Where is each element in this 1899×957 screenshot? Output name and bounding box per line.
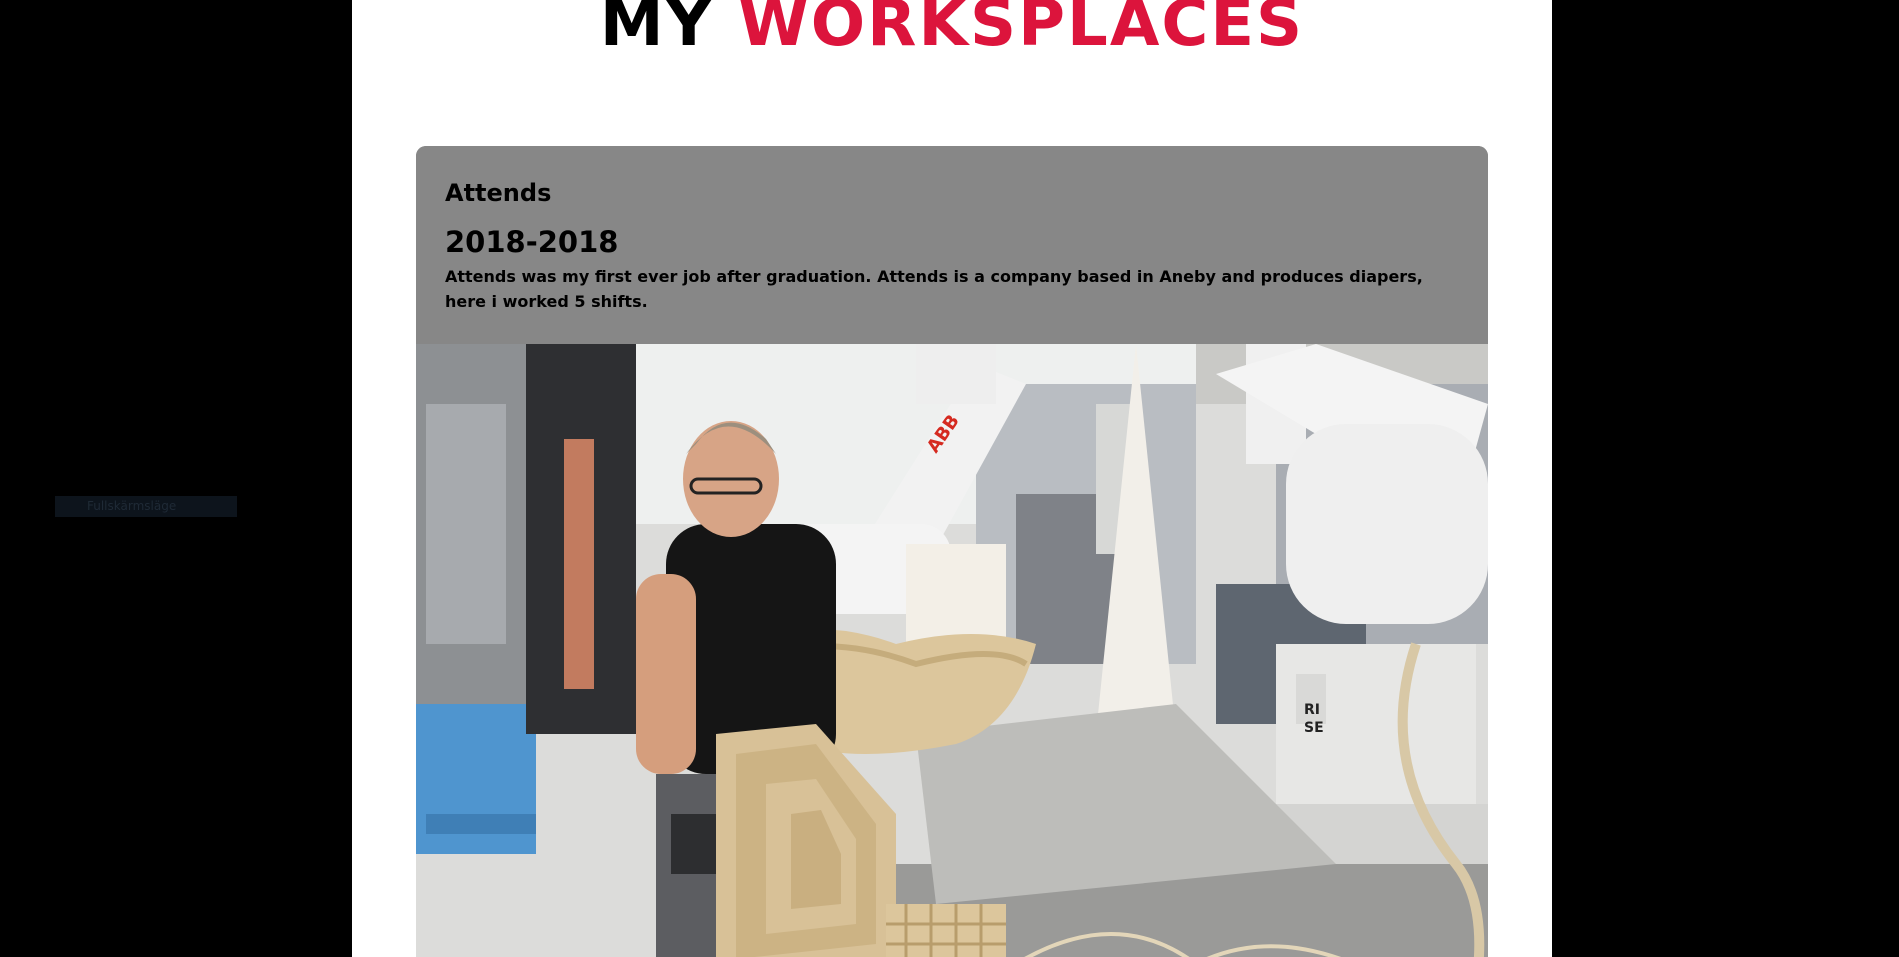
workplace-company: Attends xyxy=(445,179,552,207)
left-pane: Fullskärmsläge xyxy=(0,0,352,957)
svg-text:RI: RI xyxy=(1304,702,1320,718)
right-pane xyxy=(1552,0,1899,957)
page-content: MY WORKSPLACES Attends 2018-2018 Attends… xyxy=(352,0,1552,957)
fullscreen-button[interactable]: Fullskärmsläge xyxy=(55,496,237,517)
workplace-description: Attends was my first ever job after grad… xyxy=(445,267,1423,311)
workplace-photo: ABB RI SE xyxy=(416,344,1488,957)
page-title: MY WORKSPLACES xyxy=(352,0,1552,66)
workplace-years: 2018-2018 xyxy=(445,225,619,259)
page-title-word-worksplaces: WORKSPLACES xyxy=(738,0,1305,61)
svg-text:SE: SE xyxy=(1304,720,1324,736)
page-title-word-my: MY xyxy=(599,0,714,61)
workplace-card: Attends 2018-2018 Attends was my first e… xyxy=(416,146,1488,957)
workplace-info: Attends 2018-2018 Attends was my first e… xyxy=(416,146,1488,344)
